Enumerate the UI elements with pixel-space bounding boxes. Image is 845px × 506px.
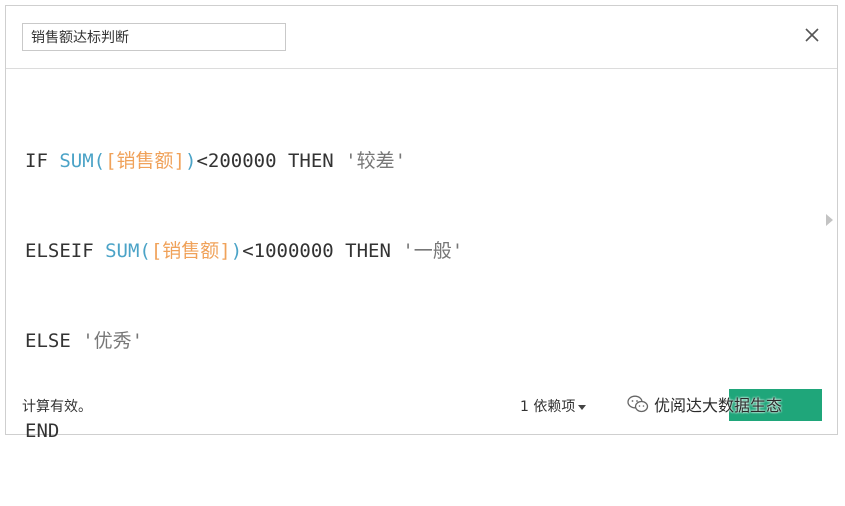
paren-close: ) <box>230 240 243 262</box>
keyword-then: THEN <box>287 150 346 172</box>
wechat-icon <box>627 395 649 413</box>
string-literal: '优秀' <box>82 330 144 352</box>
calculation-dialog: IF SUM([销售额])<200000 THEN '较差' ELSEIF SU… <box>5 5 838 442</box>
close-icon[interactable] <box>801 24 823 46</box>
keyword-end: END <box>25 420 60 442</box>
formula-line-2: ELSEIF SUM([销售额])<1000000 THEN '一般' <box>25 236 807 266</box>
expand-panel-arrow-icon[interactable] <box>826 214 833 226</box>
formula-editor[interactable]: IF SUM([销售额])<200000 THEN '较差' ELSEIF SU… <box>25 86 807 442</box>
string-literal: '一般' <box>402 240 464 262</box>
watermark-text: 优阅达大数据生态 <box>654 396 783 415</box>
comparison: <200000 <box>196 150 288 172</box>
field-reference: [销售额] <box>150 240 231 262</box>
dependencies-label: 1 依赖项 <box>520 399 576 415</box>
formula-line-1: IF SUM([销售额])<200000 THEN '较差' <box>25 146 807 176</box>
comparison: <1000000 <box>242 240 346 262</box>
field-reference: [销售额] <box>105 150 185 172</box>
function-sum: SUM <box>59 150 94 172</box>
function-sum: SUM <box>105 240 140 262</box>
paren-close: ) <box>185 150 197 172</box>
formula-line-3: ELSE '优秀' <box>25 326 807 356</box>
string-literal: '较差' <box>345 150 407 172</box>
caret-down-icon <box>578 404 587 410</box>
dependencies-dropdown[interactable]: 1 依赖项 <box>520 396 587 416</box>
paren-open: ( <box>93 150 106 172</box>
validation-status: 计算有效。 <box>22 399 92 415</box>
formula-line-4: END <box>25 416 807 446</box>
header-divider <box>6 68 837 69</box>
keyword-else: ELSE <box>25 330 83 352</box>
paren-open: ( <box>139 240 151 262</box>
keyword-elseif: ELSEIF <box>25 240 106 262</box>
keyword-if: IF <box>25 150 60 172</box>
keyword-then: THEN <box>345 240 403 262</box>
calculation-name-input[interactable] <box>22 23 286 51</box>
